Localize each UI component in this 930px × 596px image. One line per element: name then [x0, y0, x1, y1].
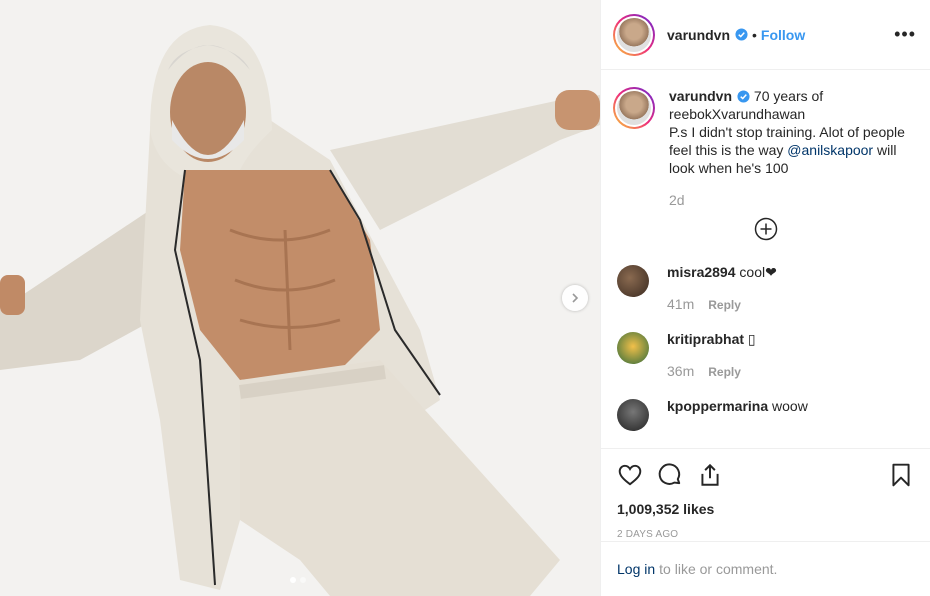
follow-button[interactable]: Follow	[761, 27, 805, 43]
verified-icon	[737, 90, 750, 103]
photo-illustration	[0, 0, 600, 596]
comment-avatar[interactable]	[617, 399, 649, 431]
comment-item: kritiprabhat ▯ 36m Reply	[613, 328, 918, 381]
post-sidebar: varundvn • Follow ••• varundvn 70 years …	[600, 0, 930, 596]
header-separator: •	[752, 26, 757, 43]
reply-button[interactable]: Reply	[708, 365, 741, 379]
bookmark-icon[interactable]	[888, 462, 914, 488]
comment-avatar[interactable]	[617, 332, 649, 364]
post-header: varundvn • Follow •••	[601, 0, 930, 70]
comment-time[interactable]: 41m	[667, 296, 694, 312]
share-icon[interactable]	[697, 462, 723, 488]
login-link[interactable]: Log in	[617, 561, 655, 577]
caption-mention[interactable]: @anilskapoor	[787, 142, 873, 158]
caption-time[interactable]: 2d	[669, 191, 905, 209]
caption: varundvn 70 years of reebokXvarundhawan …	[613, 87, 918, 209]
caption-username[interactable]: varundvn	[669, 88, 732, 104]
comments-list[interactable]: varundvn 70 years of reebokXvarundhawan …	[601, 71, 930, 448]
comment-item: kpoppermarina woow	[613, 395, 918, 431]
comment-username[interactable]: kritiprabhat	[667, 331, 744, 347]
comment-text: ▯	[747, 331, 756, 347]
caption-avatar[interactable]	[613, 87, 655, 129]
verified-icon	[735, 28, 748, 41]
reply-button[interactable]: Reply	[708, 298, 741, 312]
comment-item: misra2894 cool❤ 41m Reply	[613, 261, 918, 314]
post-actions: 1,009,352 likes 2 DAYS AGO	[601, 448, 930, 548]
carousel-dot-active	[290, 577, 296, 583]
caption-text-line1: 70 years of	[753, 88, 824, 104]
author-username[interactable]: varundvn	[667, 27, 730, 43]
likes-count[interactable]: 1,009,352 likes	[617, 501, 914, 517]
chevron-right-icon	[572, 293, 579, 303]
carousel-dot	[300, 577, 306, 583]
caption-text-line2: reebokXvarundhawan	[669, 106, 806, 122]
more-options-button[interactable]: •••	[894, 24, 918, 45]
plus-circle-icon[interactable]	[754, 217, 778, 241]
avatar[interactable]	[613, 13, 655, 56]
login-bar: Log in to like or comment.	[601, 541, 930, 596]
comment-text: cool❤	[739, 264, 777, 280]
login-prompt-text: to like or comment.	[659, 561, 778, 577]
comment-time[interactable]: 36m	[667, 363, 694, 379]
comment-username[interactable]: kpoppermarina	[667, 398, 768, 414]
heart-icon[interactable]	[617, 462, 643, 488]
post-photo[interactable]	[0, 0, 600, 596]
comment-avatar[interactable]	[617, 265, 649, 297]
carousel-next-button[interactable]	[562, 285, 588, 311]
comment-text: woow	[772, 398, 808, 414]
comment-username[interactable]: misra2894	[667, 264, 736, 280]
carousel-dots	[290, 577, 306, 583]
comment-icon[interactable]	[657, 462, 683, 488]
post-timestamp[interactable]: 2 DAYS AGO	[617, 529, 914, 540]
